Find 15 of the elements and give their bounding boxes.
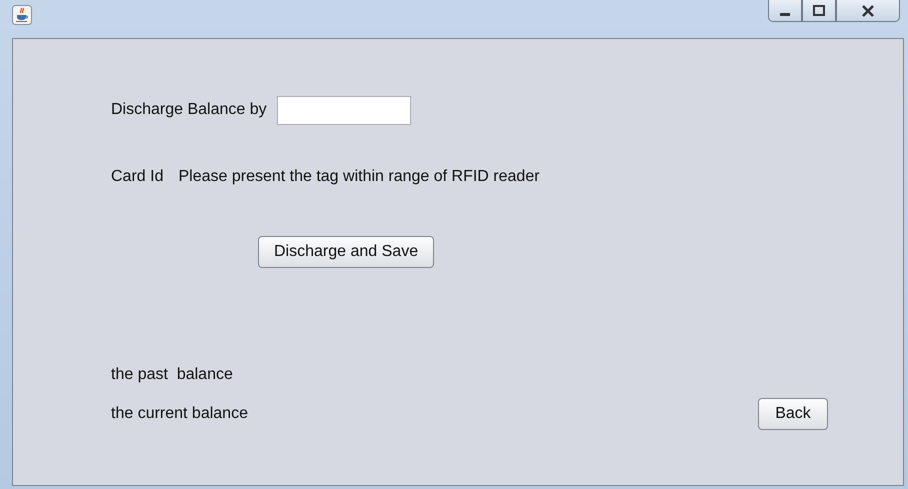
discharge-save-button[interactable]: Discharge and Save (258, 236, 434, 268)
discharge-label: Discharge Balance by (111, 101, 267, 119)
minimize-button[interactable] (768, 0, 802, 22)
maximize-button[interactable] (802, 0, 836, 22)
close-icon (860, 4, 876, 16)
card-message: Please present the tag within range of RFID reader (178, 168, 540, 186)
close-button[interactable] (836, 0, 900, 22)
minimize-icon (780, 12, 790, 16)
past-balance-label: the past balance (111, 366, 233, 384)
current-balance-label: the current balance (111, 405, 248, 423)
coffee-cup-icon (12, 5, 32, 25)
back-button[interactable]: Back (758, 398, 828, 430)
maximize-icon (812, 4, 826, 16)
amount-input-field[interactable] (276, 96, 411, 124)
card-id-label: Card Id (111, 168, 164, 186)
